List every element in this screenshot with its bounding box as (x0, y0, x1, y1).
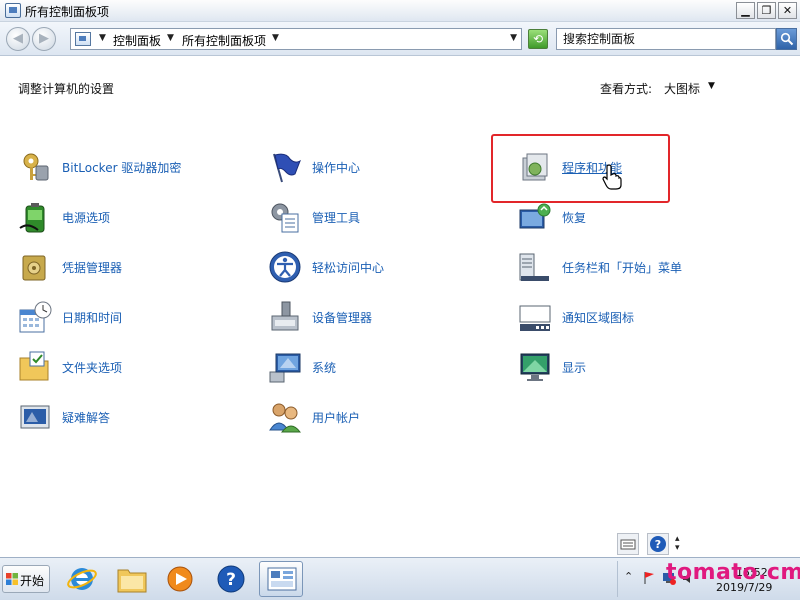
breadcrumb-control-panel[interactable]: 控制面板 (113, 32, 161, 49)
item-label[interactable]: 文件夹选项 (62, 359, 122, 376)
item-label[interactable]: 任务栏和「开始」菜单 (562, 259, 682, 276)
item-credential-manager[interactable]: 凭据管理器 (18, 250, 238, 286)
device-manager-icon (271, 301, 299, 331)
search-input[interactable]: 搜索控制面板 (556, 28, 776, 50)
item-folder-options[interactable]: 文件夹选项 (18, 350, 238, 386)
taskbar-icon (519, 253, 549, 281)
item-label[interactable]: 操作中心 (312, 159, 360, 176)
item-date-time[interactable]: 日期和时间 (18, 300, 238, 336)
action-center-flag-icon[interactable] (642, 571, 656, 585)
item-notification-icons[interactable]: 通知区域图标 (518, 300, 738, 336)
item-taskbar-start-menu[interactable]: 任务栏和「开始」菜单 (518, 250, 738, 286)
windows-logo-icon (6, 573, 18, 585)
refresh-button[interactable]: ⟲ (528, 29, 548, 49)
page-title: 调整计算机的设置 (18, 82, 115, 96)
breadcrumb[interactable]: ▼ 控制面板 ▼ 所有控制面板项 ▼ ▼ (70, 28, 522, 50)
item-label[interactable]: 日期和时间 (62, 309, 122, 326)
highlight-box (491, 134, 670, 203)
item-label[interactable]: 设备管理器 (312, 309, 372, 326)
item-label[interactable]: 轻松访问中心 (312, 259, 384, 276)
flag-icon (273, 153, 301, 183)
internet-explorer-icon (67, 568, 97, 590)
search-icon (780, 32, 794, 46)
watermark: tomato.cm (666, 560, 800, 585)
item-label[interactable]: 管理工具 (312, 209, 360, 226)
taskbar-ie[interactable] (60, 561, 104, 597)
troubleshoot-icon (20, 405, 50, 429)
hand-cursor-icon (602, 164, 622, 190)
chevron-down-icon[interactable]: ▼ (272, 33, 279, 43)
users-icon (269, 403, 302, 433)
view-by-dropdown[interactable]: 大图标 (664, 80, 700, 97)
item-troubleshooting[interactable]: 疑难解答 (18, 400, 238, 436)
help-icon[interactable]: ? (647, 533, 669, 555)
taskbar-help[interactable]: ? (209, 561, 253, 597)
minimize-button[interactable]: ▁ (736, 2, 755, 19)
keyboard-icon[interactable] (617, 533, 639, 555)
calendar-clock-icon (19, 301, 52, 333)
item-label[interactable]: 显示 (562, 359, 586, 376)
taskbar-media-player[interactable] (158, 561, 202, 597)
item-action-center[interactable]: 操作中心 (268, 150, 488, 186)
taskbar-explorer[interactable] (110, 561, 154, 597)
folder-options-icon (19, 351, 49, 381)
item-label[interactable]: 系统 (312, 359, 336, 376)
back-button[interactable]: ◀ (6, 27, 30, 51)
forward-button[interactable]: ▶ (32, 27, 56, 51)
view-by-label: 查看方式: (600, 82, 653, 96)
breadcrumb-all-items[interactable]: 所有控制面板项 (182, 32, 266, 49)
bitlocker-key-icon (23, 153, 49, 181)
control-panel-icon (5, 3, 21, 18)
accessibility-icon (269, 251, 301, 283)
item-label[interactable]: 疑难解答 (62, 409, 110, 426)
window-title: 所有控制面板项 (25, 5, 110, 19)
item-power-options[interactable]: 电源选项 (18, 200, 238, 236)
explorer-icon (117, 569, 147, 593)
admin-tools-icon (271, 203, 299, 233)
start-label: 开始 (20, 574, 45, 588)
vault-icon (22, 255, 46, 281)
battery-icon (19, 203, 45, 233)
options-icon[interactable]: ▴ ▾ (675, 535, 680, 553)
item-label[interactable]: 恢复 (562, 209, 586, 226)
item-ease-of-access[interactable]: 轻松访问中心 (268, 250, 488, 286)
title-bar: 所有控制面板项 ▁ ❐ ✕ (0, 0, 800, 22)
control-panel-icon (75, 32, 91, 46)
notification-area-icon (519, 305, 551, 331)
help-icon: ? (217, 565, 245, 593)
address-bar: ◀ ▶ ▼ 控制面板 ▼ 所有控制面板项 ▼ ▼ ⟲ 搜索控制面板 (0, 22, 800, 56)
item-display[interactable]: 显示 (518, 350, 738, 386)
svg-text:?: ? (226, 570, 236, 590)
item-bitlocker[interactable]: BitLocker 驱动器加密 (18, 150, 238, 186)
restore-button[interactable]: ❐ (757, 2, 776, 19)
search-button[interactable] (776, 28, 797, 50)
media-player-icon (167, 566, 193, 592)
start-button[interactable]: 开始 (2, 565, 50, 593)
system-icon (269, 353, 301, 383)
chevron-down-icon[interactable]: ▼ (99, 33, 106, 43)
language-bar: ? ▴ ▾ (617, 533, 693, 557)
show-hidden-icons-icon[interactable]: ⌃ (624, 570, 633, 583)
svg-text:?: ? (655, 538, 661, 551)
item-label[interactable]: 电源选项 (62, 209, 110, 226)
item-label[interactable]: 用户帐户 (312, 409, 360, 426)
chevron-down-icon[interactable]: ▼ (167, 33, 174, 43)
close-button[interactable]: ✕ (778, 2, 797, 19)
address-dropdown-icon[interactable]: ▼ (510, 33, 517, 43)
display-icon (520, 353, 550, 381)
item-label[interactable]: 凭据管理器 (62, 259, 122, 276)
item-recovery[interactable]: 恢复 (518, 200, 738, 236)
taskbar-control-panel[interactable] (259, 561, 303, 597)
item-admin-tools[interactable]: 管理工具 (268, 200, 488, 236)
control-panel-icon (267, 567, 297, 591)
item-system[interactable]: 系统 (268, 350, 488, 386)
item-label[interactable]: BitLocker 驱动器加密 (62, 159, 181, 176)
item-device-manager[interactable]: 设备管理器 (268, 300, 488, 336)
item-label[interactable]: 通知区域图标 (562, 309, 634, 326)
chevron-down-icon[interactable]: ▼ (708, 81, 715, 91)
recovery-monitor-icon (519, 203, 551, 229)
item-user-accounts[interactable]: 用户帐户 (268, 400, 488, 436)
